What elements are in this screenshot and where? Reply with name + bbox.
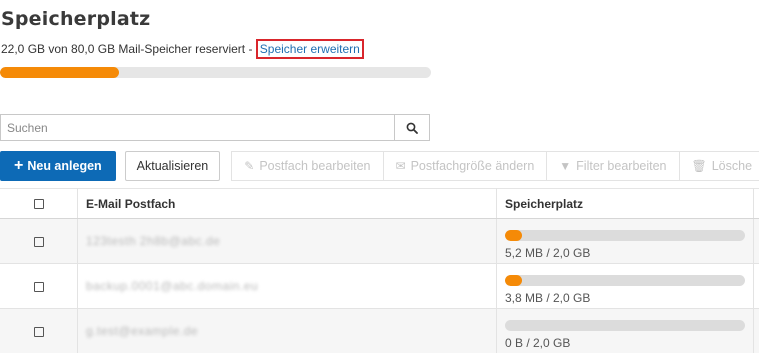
quota-info: 22,0 GB von 80,0 GB Mail-Speicher reserv… [1,39,364,59]
edit-mailbox-label: Postfach bearbeiten [259,159,371,173]
delete-button[interactable]: 🗑 Lösche [679,151,759,181]
column-header-extra [753,188,759,219]
email-cell: 123testh 2h8b@abc.de [77,218,497,264]
select-all-checkbox[interactable] [33,199,44,210]
email-address: 123testh 2h8b@abc.de [86,234,221,248]
search-input[interactable] [0,114,394,141]
extra-cell [753,218,759,264]
search-icon [406,122,418,134]
edit-filter-label: Filter bearbeiten [576,159,667,173]
table-row[interactable]: 123testh 2h8b@abc.de 5,2 MB / 2,0 GB [0,218,759,264]
storage-usage-fill [504,229,522,241]
new-mailbox-label: Neu anlegen [27,159,102,173]
storage-usage-fill [504,274,522,286]
storage-cell: 3,8 MB / 2,0 GB [496,263,755,309]
mailbox-resize-icon: ✉ [395,159,406,173]
edit-filter-button[interactable]: ▼ Filter bearbeiten [547,151,680,181]
resize-mailbox-button[interactable]: ✉ Postfachgröße ändern [383,151,548,181]
storage-usage-bar [504,274,745,286]
quota-progress-bar [0,67,431,78]
filter-icon: ▼ [559,159,572,173]
storage-usage-bar [504,229,745,241]
table-row[interactable]: g.test@example.de 0 B / 2,0 GB [0,308,759,353]
new-mailbox-button[interactable]: + Neu anlegen [0,151,116,181]
column-header-storage[interactable]: Speicherplatz [496,188,755,219]
storage-usage-text: 5,2 MB / 2,0 GB [504,245,591,260]
extra-cell [753,308,759,353]
delete-label: Lösche [711,159,753,173]
extend-storage-link[interactable]: Speicher erweitern [255,39,364,59]
storage-cell: 5,2 MB / 2,0 GB [496,218,755,264]
trash-icon: 🗑 [691,159,707,173]
email-address: backup.0001@abc.domain.eu [86,279,259,293]
storage-usage-text: 0 B / 2,0 GB [504,335,571,350]
toolbar: + Neu anlegen Aktualisieren ✎ Postfach b… [0,151,759,181]
column-header-email[interactable]: E-Mail Postfach [77,188,497,219]
search-button[interactable] [394,114,430,141]
mailbox-table: E-Mail Postfach Speicherplatz 123testh 2… [0,188,759,353]
select-all-header [0,188,79,219]
storage-cell: 0 B / 2,0 GB [496,308,755,353]
search-bar [0,114,430,141]
edit-icon: ✎ [244,159,255,173]
email-cell: g.test@example.de [77,308,497,353]
page-title: Speicherplatz [1,8,151,30]
row-select-cell [0,263,79,309]
row-checkbox[interactable] [33,326,44,337]
email-address: g.test@example.de [86,324,199,338]
quota-text: 22,0 GB von 80,0 GB Mail-Speicher reserv… [1,42,256,56]
edit-mailbox-button[interactable]: ✎ Postfach bearbeiten [231,151,384,181]
table-header-row: E-Mail Postfach Speicherplatz [0,188,759,219]
storage-usage-bar [504,319,745,331]
table-row[interactable]: backup.0001@abc.domain.eu 3,8 MB / 2,0 GB [0,263,759,309]
extra-cell [753,263,759,309]
resize-mailbox-label: Postfachgröße ändern [410,159,535,173]
plus-icon: + [14,157,24,174]
row-checkbox[interactable] [33,281,44,292]
refresh-button[interactable]: Aktualisieren [124,151,221,181]
storage-usage-text: 3,8 MB / 2,0 GB [504,290,591,305]
row-checkbox[interactable] [33,236,44,247]
row-select-cell [0,218,79,264]
quota-progress-fill [0,67,119,78]
row-select-cell [0,308,79,353]
email-cell: backup.0001@abc.domain.eu [77,263,497,309]
